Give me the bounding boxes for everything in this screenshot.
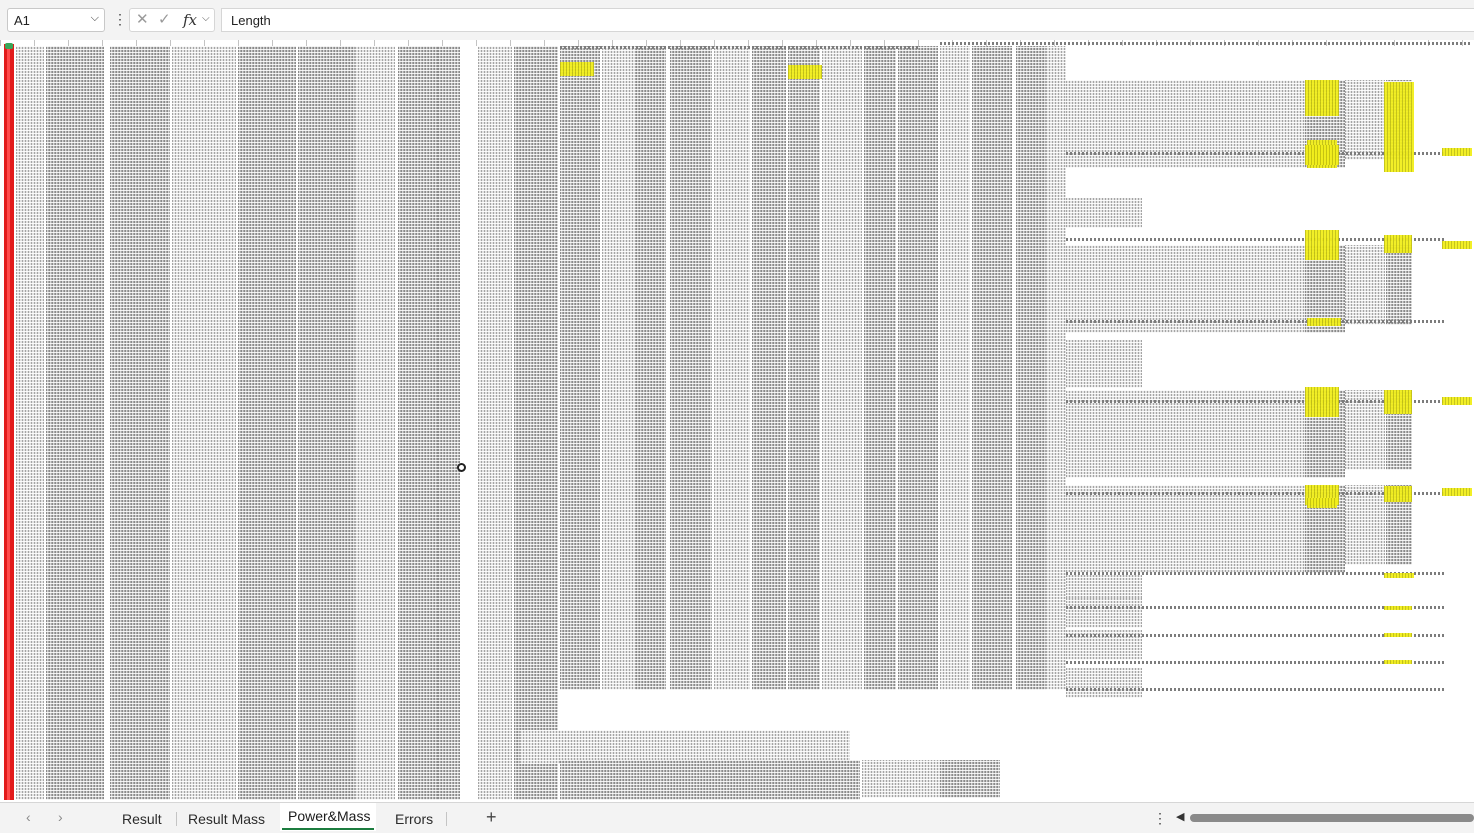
cell-block — [238, 46, 296, 800]
cell-block — [940, 760, 1000, 798]
vertical-ellipsis-icon[interactable]: ⋮ — [113, 10, 127, 30]
header-row — [560, 46, 920, 49]
highlighted-cell — [1384, 486, 1412, 502]
highlighted-cell — [1305, 387, 1339, 417]
highlighted-cell — [1442, 488, 1472, 496]
cell-block — [110, 46, 170, 800]
tab-separator — [176, 812, 177, 826]
cell-block — [1066, 598, 1142, 628]
cell-block — [478, 46, 512, 800]
cell-block — [1066, 358, 1142, 388]
highlighted-cell — [1384, 390, 1412, 414]
cell-block — [438, 46, 460, 800]
cell-block — [172, 46, 236, 800]
cell-block — [864, 46, 896, 690]
cell-block — [520, 730, 850, 764]
tab-power-mass[interactable]: Power&Mass — [288, 808, 370, 824]
tab-result-mass[interactable]: Result Mass — [188, 811, 265, 827]
cell-block — [636, 46, 666, 690]
fx-icon[interactable]: fx — [183, 11, 197, 29]
cell-block — [16, 46, 44, 800]
cell-block — [898, 46, 938, 690]
cell-block — [602, 46, 636, 690]
sheet-tabs-bar: ‹ › Result Result Mass Power&Mass Errors… — [0, 802, 1474, 833]
formula-bar: A1 ⌵ ⋮ ✕ ✓ fx ⌵ Length — [0, 0, 1474, 41]
formula-input[interactable]: Length — [221, 8, 1474, 32]
formula-buttons: ✕ ✓ fx ⌵ — [129, 8, 215, 32]
highlighted-cell — [1384, 606, 1412, 610]
mouse-cursor-icon — [457, 463, 466, 472]
close-icon[interactable]: ✕ — [136, 12, 149, 28]
cell-block — [514, 46, 558, 800]
highlighted-cell — [1307, 498, 1337, 508]
header-row — [940, 42, 1470, 45]
highlighted-cell — [1442, 397, 1472, 405]
highlighted-cell — [1307, 318, 1341, 326]
horizontal-scrollbar[interactable] — [1190, 814, 1474, 822]
cell-block — [1345, 80, 1385, 160]
next-sheet-icon[interactable]: › — [58, 809, 63, 825]
cell-block — [714, 46, 750, 690]
active-tab-indicator — [282, 828, 374, 830]
name-box[interactable]: A1 ⌵ — [7, 8, 105, 32]
tab-result[interactable]: Result — [122, 811, 162, 827]
cell-block — [1386, 245, 1412, 325]
vertical-ellipsis-icon[interactable]: ⋮ — [1153, 810, 1167, 827]
cell-block — [1066, 198, 1142, 228]
highlighted-cell — [1384, 660, 1412, 664]
chevron-down-icon[interactable]: ⌵ — [91, 12, 99, 25]
highlighted-cell — [1442, 241, 1472, 249]
row-header-highlight — [7, 44, 10, 800]
cell-block — [560, 760, 860, 800]
select-all-corner[interactable] — [5, 43, 13, 49]
cell-block — [46, 46, 104, 800]
cell-block — [1066, 285, 1142, 315]
highlighted-cell — [1305, 145, 1339, 165]
name-box-value[interactable]: A1 — [14, 13, 30, 28]
cell-block — [560, 46, 600, 690]
highlighted-cell — [1384, 235, 1412, 253]
cell-block — [1066, 668, 1142, 698]
cell-block — [1066, 400, 1142, 430]
highlighted-cell — [1384, 573, 1414, 578]
cell-block — [1046, 46, 1066, 690]
scroll-left-icon[interactable]: ◀ — [1176, 810, 1184, 823]
highlighted-cell — [1305, 230, 1339, 260]
cell-block — [1345, 245, 1385, 325]
tab-separator — [446, 812, 447, 826]
cell-block — [1066, 537, 1142, 567]
highlighted-cell — [560, 62, 594, 76]
cell-block — [822, 46, 862, 690]
cell-block — [972, 46, 1012, 690]
tab-errors[interactable]: Errors — [395, 811, 433, 827]
sparse-row — [1066, 688, 1446, 691]
chevron-down-icon[interactable]: ⌵ — [202, 13, 210, 24]
checkmark-icon[interactable]: ✓ — [158, 12, 171, 28]
highlighted-cell — [1384, 633, 1412, 637]
highlighted-cell — [1305, 80, 1339, 116]
cell-block — [355, 46, 395, 800]
cell-block — [398, 46, 438, 800]
highlighted-cell — [1384, 82, 1414, 172]
cell-block — [940, 46, 970, 690]
cell-block — [788, 46, 820, 690]
formula-value[interactable]: Length — [231, 13, 271, 28]
highlighted-cell — [788, 65, 822, 79]
spreadsheet-grid[interactable] — [0, 40, 1474, 802]
cell-block — [670, 46, 712, 690]
cell-block — [298, 46, 356, 800]
highlighted-cell — [1442, 148, 1472, 156]
sparse-row — [1066, 320, 1446, 323]
add-sheet-icon[interactable]: + — [486, 807, 497, 828]
prev-sheet-icon[interactable]: ‹ — [26, 809, 31, 825]
cell-block — [1016, 46, 1046, 690]
cell-block — [1345, 485, 1385, 565]
cell-block — [752, 46, 786, 690]
